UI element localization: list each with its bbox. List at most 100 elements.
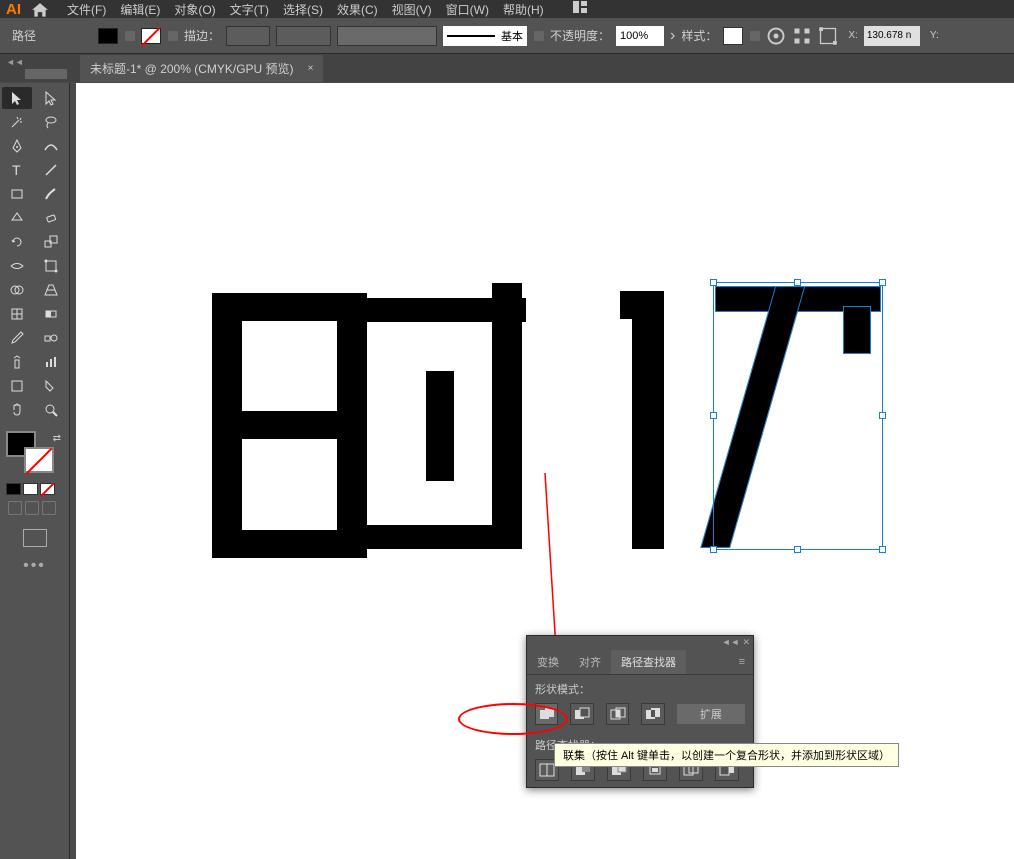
menu-object[interactable]: 对象(O) bbox=[174, 1, 215, 18]
artboard[interactable]: ◄◄ ✕ 变换 对齐 路径查找器 ≡ 形状模式： 扩展 路径查找器： bbox=[76, 83, 1014, 859]
mini-none-swatch[interactable] bbox=[40, 483, 55, 495]
variable-width-dropdown[interactable] bbox=[276, 26, 331, 46]
style-dd-icon[interactable] bbox=[750, 31, 760, 41]
resize-handle[interactable] bbox=[710, 546, 717, 553]
shape-path[interactable] bbox=[366, 525, 492, 549]
fill-color-swatch[interactable] bbox=[98, 28, 118, 44]
shaper-tool[interactable] bbox=[2, 207, 32, 229]
unite-button[interactable] bbox=[535, 703, 558, 725]
transform-icon[interactable] bbox=[818, 26, 838, 46]
zoom-tool[interactable] bbox=[36, 399, 66, 421]
blend-tool[interactable] bbox=[36, 327, 66, 349]
minus-front-button[interactable] bbox=[570, 703, 593, 725]
magic-wand-tool[interactable] bbox=[2, 111, 32, 133]
style-swatch[interactable] bbox=[723, 27, 743, 45]
menu-view[interactable]: 视图(V) bbox=[392, 1, 432, 18]
curvature-tool[interactable] bbox=[36, 135, 66, 157]
intersect-button[interactable] bbox=[606, 703, 629, 725]
brush-dd-icon[interactable] bbox=[534, 31, 544, 41]
eraser-tool[interactable] bbox=[36, 207, 66, 229]
menu-select[interactable]: 选择(S) bbox=[283, 1, 323, 18]
stroke-dropdown-icon[interactable] bbox=[168, 31, 178, 41]
menu-edit[interactable]: 编辑(E) bbox=[120, 1, 160, 18]
draw-normal-icon[interactable] bbox=[8, 501, 22, 515]
brush-definition-dropdown[interactable]: 基本 bbox=[443, 26, 527, 46]
symbol-sprayer-tool[interactable] bbox=[2, 351, 32, 373]
selection-type-label: 路径 bbox=[12, 27, 36, 44]
panel-close-icon[interactable]: ✕ bbox=[742, 637, 750, 649]
exclude-button[interactable] bbox=[641, 703, 664, 725]
resize-handle[interactable] bbox=[794, 546, 801, 553]
type-tool[interactable]: T bbox=[2, 159, 32, 181]
rotate-tool[interactable] bbox=[2, 231, 32, 253]
line-tool[interactable] bbox=[36, 159, 66, 181]
draw-behind-icon[interactable] bbox=[25, 501, 39, 515]
resize-handle[interactable] bbox=[879, 546, 886, 553]
edit-toolbar-icon[interactable]: ••• bbox=[2, 557, 67, 575]
resize-handle[interactable] bbox=[794, 279, 801, 286]
panel-collapse-icon[interactable]: ◄◄ bbox=[722, 637, 740, 649]
brush-dropdown[interactable] bbox=[337, 26, 437, 46]
menu-type[interactable]: 文字(T) bbox=[230, 1, 269, 18]
mini-gradient-swatch[interactable] bbox=[23, 483, 38, 495]
scale-tool[interactable] bbox=[36, 231, 66, 253]
tab-transform[interactable]: 变换 bbox=[527, 650, 569, 674]
resize-handle[interactable] bbox=[710, 412, 717, 419]
gradient-tool[interactable] bbox=[36, 303, 66, 325]
pen-tool[interactable] bbox=[2, 135, 32, 157]
eyedropper-tool[interactable] bbox=[2, 327, 32, 349]
shape-path[interactable] bbox=[632, 291, 664, 549]
arrange-docs-icon[interactable] bbox=[572, 0, 588, 19]
recolor-icon[interactable] bbox=[766, 26, 786, 46]
y-coord-label: Y: bbox=[930, 30, 939, 41]
free-transform-tool[interactable] bbox=[36, 255, 66, 277]
rectangle-tool[interactable] bbox=[2, 183, 32, 205]
document-tab[interactable]: 未标题-1* @ 200% (CMYK/GPU 预览) × bbox=[80, 55, 323, 82]
home-icon[interactable] bbox=[31, 2, 49, 16]
direct-selection-tool[interactable] bbox=[36, 87, 66, 109]
menu-file[interactable]: 文件(F) bbox=[67, 1, 106, 18]
width-tool[interactable] bbox=[2, 255, 32, 277]
resize-handle[interactable] bbox=[879, 412, 886, 419]
lasso-tool[interactable] bbox=[36, 111, 66, 133]
shape-path[interactable] bbox=[426, 371, 454, 481]
close-tab-icon[interactable]: × bbox=[308, 63, 314, 74]
draw-inside-icon[interactable] bbox=[42, 501, 56, 515]
mesh-tool[interactable] bbox=[2, 303, 32, 325]
svg-text:T: T bbox=[12, 162, 21, 178]
align-icon[interactable] bbox=[792, 26, 812, 46]
graph-tool[interactable] bbox=[36, 351, 66, 373]
perspective-tool[interactable] bbox=[36, 279, 66, 301]
slice-tool[interactable] bbox=[36, 375, 66, 397]
stroke-swatch-tool[interactable] bbox=[24, 447, 54, 473]
screen-mode-icon[interactable] bbox=[23, 529, 47, 547]
swap-fill-stroke-icon[interactable]: ⇄ bbox=[53, 433, 61, 444]
paintbrush-tool[interactable] bbox=[36, 183, 66, 205]
mini-color-swatch[interactable] bbox=[6, 483, 21, 495]
selection-bounding-box[interactable] bbox=[713, 282, 883, 550]
resize-handle[interactable] bbox=[710, 279, 717, 286]
shape-path[interactable] bbox=[492, 283, 522, 549]
selection-tool[interactable] bbox=[2, 87, 32, 109]
fill-dropdown-icon[interactable] bbox=[125, 31, 135, 41]
tab-pathfinder[interactable]: 路径查找器 bbox=[611, 650, 686, 674]
menu-window[interactable]: 窗口(W) bbox=[446, 1, 489, 18]
x-coord-input[interactable]: 130.678 n bbox=[864, 26, 920, 46]
tab-align[interactable]: 对齐 bbox=[569, 650, 611, 674]
shape-path[interactable] bbox=[212, 293, 367, 558]
menu-help[interactable]: 帮助(H) bbox=[503, 1, 544, 18]
resize-handle[interactable] bbox=[879, 279, 886, 286]
hand-tool[interactable] bbox=[2, 399, 32, 421]
stroke-color-swatch[interactable] bbox=[141, 28, 161, 44]
x-coord-label: X: bbox=[848, 30, 857, 41]
shape-builder-tool[interactable] bbox=[2, 279, 32, 301]
document-tab-bar: 未标题-1* @ 200% (CMYK/GPU 预览) × bbox=[0, 54, 1014, 82]
panel-menu-icon[interactable]: ≡ bbox=[731, 652, 753, 672]
collapse-panels-icon[interactable]: ◄◄ bbox=[6, 57, 24, 67]
artboard-tool[interactable] bbox=[2, 375, 32, 397]
stroke-weight-input[interactable] bbox=[226, 26, 270, 46]
expand-button[interactable]: 扩展 bbox=[677, 704, 745, 724]
menu-effect[interactable]: 效果(C) bbox=[337, 1, 378, 18]
opacity-input[interactable]: 100% bbox=[616, 26, 664, 46]
opacity-arrow-icon[interactable]: › bbox=[670, 27, 675, 45]
